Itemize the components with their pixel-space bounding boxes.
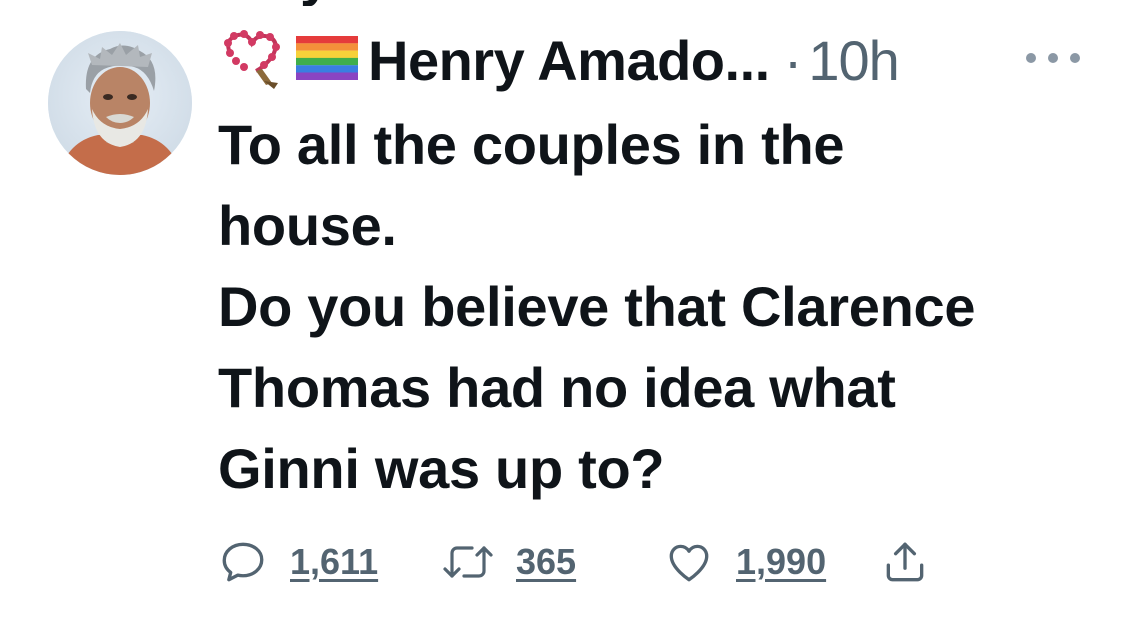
reply-button[interactable]: 1,611 bbox=[218, 532, 378, 592]
previous-tweet-text-fragment: y bbox=[300, 0, 390, 6]
author-name[interactable]: Henry Amado... bbox=[368, 28, 770, 93]
avatar[interactable] bbox=[48, 31, 192, 175]
heart-icon bbox=[669, 544, 709, 582]
tweet-text-line: Thomas had no idea what bbox=[218, 356, 896, 419]
timestamp[interactable]: 10h bbox=[808, 28, 899, 93]
tweet-actions: 1,611 365 1,990 bbox=[218, 532, 958, 592]
tweet-text-line: house. bbox=[218, 194, 397, 257]
rainbow-flag-emoji bbox=[296, 35, 358, 85]
tweet-text: To all the couples in the house. Do you … bbox=[218, 104, 1098, 509]
avatar-photo bbox=[48, 31, 192, 175]
tweet-text-line: To all the couples in the bbox=[218, 113, 845, 176]
retweet-button[interactable]: 365 bbox=[440, 532, 576, 592]
more-icon[interactable] bbox=[1026, 48, 1080, 68]
retweet-count: 365 bbox=[516, 541, 577, 582]
reply-count: 1,611 bbox=[290, 541, 379, 582]
like-count: 1,990 bbox=[736, 541, 827, 582]
share-icon bbox=[886, 542, 924, 582]
like-button[interactable]: 1,990 bbox=[664, 532, 826, 592]
separator-dot: · bbox=[783, 28, 803, 92]
share-button[interactable] bbox=[880, 532, 930, 592]
prayer-beads-emoji bbox=[220, 27, 286, 94]
tweet-header: Henry Amado... · 10h bbox=[220, 27, 900, 94]
tweet-text-line: Ginni was up to? bbox=[218, 437, 665, 500]
retweet-icon bbox=[443, 546, 493, 578]
tweet-text-line: Do you believe that Clarence bbox=[218, 275, 976, 338]
reply-icon bbox=[222, 542, 264, 582]
